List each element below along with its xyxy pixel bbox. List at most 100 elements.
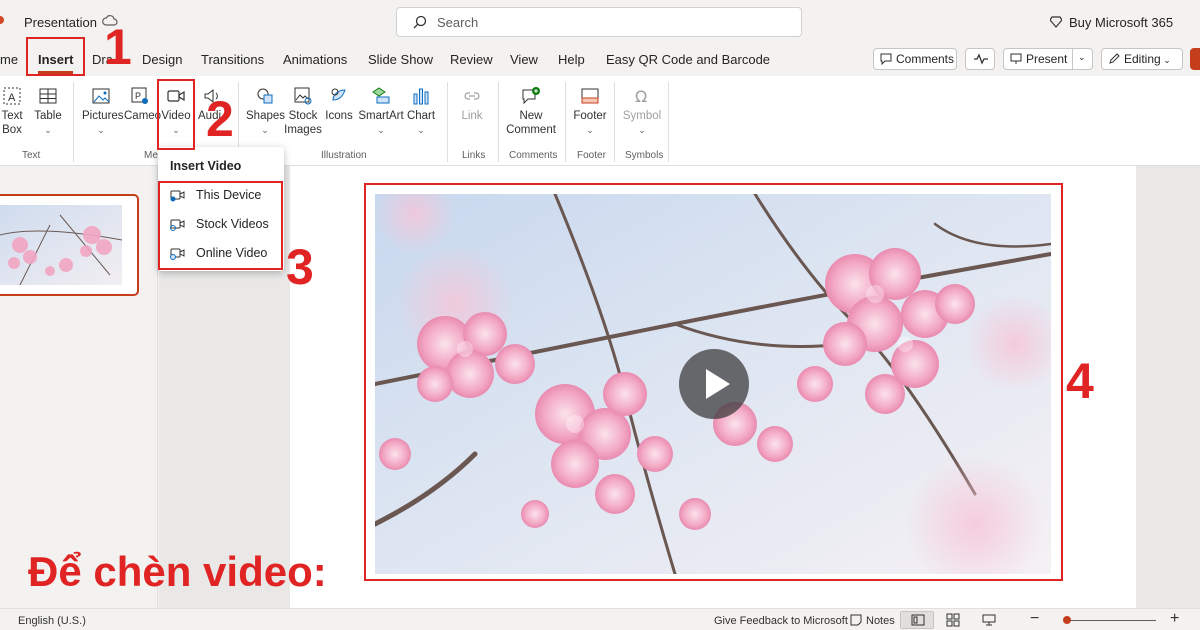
search-icon: [413, 15, 427, 29]
shapes-button[interactable]: Shapes ⌄: [246, 86, 285, 137]
pictures-button[interactable]: Pictures ⌄: [82, 86, 124, 137]
text-box-icon: A: [3, 87, 21, 105]
zoom-slider-track[interactable]: [1070, 620, 1156, 621]
give-feedback-link[interactable]: Give Feedback to Microsoft: [714, 615, 848, 627]
play-icon[interactable]: [679, 349, 749, 419]
insert-video-menu: Insert Video This Device Stock Videos On…: [158, 147, 284, 271]
link-button: Link: [457, 86, 487, 123]
tab-animations[interactable]: Animations: [283, 52, 347, 67]
notes-button[interactable]: Notes: [866, 615, 895, 627]
menu-item-online-video[interactable]: Online Video: [170, 246, 267, 260]
text-box-button[interactable]: A Text Box: [0, 86, 24, 137]
title-bar: Presentation Search Buy Microsoft 365: [0, 0, 1200, 44]
buy-microsoft-365-link[interactable]: Buy Microsoft 365: [1069, 15, 1173, 30]
shapes-icon: [257, 88, 273, 104]
stock-images-button[interactable]: Stock Images: [284, 86, 322, 137]
tab-transitions[interactable]: Transitions: [201, 52, 264, 67]
step-number-3: 3: [286, 239, 314, 295]
pictures-icon: [92, 88, 110, 104]
activity-button[interactable]: [965, 48, 995, 70]
group-label-links: Links: [462, 150, 486, 161]
smartart-icon: [372, 87, 390, 104]
new-comment-button[interactable]: New Comment: [503, 86, 559, 137]
comments-label: Comments: [896, 52, 955, 66]
document-title[interactable]: Presentation: [24, 15, 97, 30]
step-number-2: 2: [206, 91, 234, 147]
table-button[interactable]: Table ⌄: [33, 86, 63, 137]
omega-icon: Ω: [635, 87, 647, 106]
tab-insert[interactable]: Insert: [38, 52, 74, 74]
activity-icon: [974, 53, 988, 65]
group-label-text: Text: [22, 150, 41, 161]
group-label-media: Me: [144, 150, 158, 161]
online-video-icon: [170, 248, 185, 260]
zoom-out-button[interactable]: −: [1030, 610, 1039, 628]
icons-button[interactable]: Icons: [325, 86, 353, 123]
present-label: Present: [1026, 52, 1068, 66]
tab-review[interactable]: Review: [450, 52, 493, 67]
stock-images-icon: [294, 87, 312, 105]
group-label-illustration: Illustration: [321, 150, 367, 161]
diamond-icon: [1050, 16, 1062, 28]
footer-button[interactable]: Footer ⌄: [571, 86, 609, 137]
app-logo-icon: [0, 16, 4, 24]
menu-item-this-device[interactable]: This Device: [170, 188, 261, 202]
video-placeholder[interactable]: [375, 194, 1051, 574]
chart-icon: [413, 88, 429, 105]
step-number-1: 1: [104, 19, 132, 75]
share-button[interactable]: [1190, 48, 1200, 70]
status-bar: English (U.S.) Give Feedback to Microsof…: [0, 608, 1200, 630]
tab-view[interactable]: View: [510, 52, 538, 67]
svg-text:Ω: Ω: [635, 87, 647, 106]
link-icon: [464, 92, 480, 100]
icons-icon: [331, 88, 346, 101]
menu-item-stock-videos[interactable]: Stock Videos: [170, 217, 269, 231]
svg-text:P: P: [135, 91, 141, 101]
slide-thumbnail-panel: [0, 166, 158, 608]
group-label-symbols: Symbols: [625, 150, 664, 161]
normal-view-button[interactable]: [900, 611, 934, 629]
tab-help[interactable]: Help: [558, 52, 585, 67]
group-label-footer: Footer: [577, 150, 606, 161]
tab-design[interactable]: Design: [142, 52, 182, 67]
present-icon: [1010, 53, 1022, 64]
footer-icon: [581, 88, 599, 104]
symbol-button: Ω Symbol ⌄: [622, 87, 662, 135]
tab-home[interactable]: me: [0, 52, 18, 67]
new-comment-icon: [522, 87, 540, 105]
normal-view-icon: [911, 614, 925, 626]
chart-button[interactable]: Chart ⌄: [406, 86, 436, 137]
step-number-4: 4: [1066, 353, 1094, 409]
smartart-button[interactable]: SmartArt ⌄: [357, 86, 405, 137]
pencil-icon: [1109, 53, 1120, 64]
group-label-comments: Comments: [509, 150, 558, 161]
video-button[interactable]: Video ⌄: [161, 86, 191, 137]
cameo-icon: P: [131, 87, 148, 104]
comment-icon: [880, 53, 892, 65]
chevron-down-icon[interactable]: ⌄: [1078, 52, 1086, 63]
editing-label: Editing: [1124, 52, 1161, 66]
slide-thumbnail-image: [0, 205, 122, 285]
video-icon: [167, 90, 185, 102]
tab-slide-show[interactable]: Slide Show: [368, 52, 433, 67]
presenter-view-icon[interactable]: [982, 613, 996, 627]
table-icon: [39, 88, 57, 104]
stock-video-icon: [170, 219, 185, 231]
svg-text:A: A: [8, 92, 16, 104]
search-placeholder: Search: [437, 15, 479, 30]
zoom-in-button[interactable]: +: [1170, 610, 1179, 628]
slide-sorter-icon[interactable]: [946, 613, 960, 627]
cameo-button[interactable]: P Cameo: [124, 86, 161, 123]
slide-thumbnail-1[interactable]: [0, 194, 139, 296]
insert-video-menu-title: Insert Video: [170, 159, 242, 173]
device-video-icon: [170, 190, 185, 202]
comments-button[interactable]: Comments: [873, 48, 957, 70]
language-indicator[interactable]: English (U.S.): [18, 615, 86, 627]
search-box[interactable]: Search: [396, 7, 802, 37]
tab-easy-qr-code[interactable]: Easy QR Code and Barcode: [606, 52, 770, 67]
editing-mode-button[interactable]: Editing ⌄: [1101, 48, 1183, 70]
present-button[interactable]: Present ⌄: [1003, 48, 1093, 70]
notes-icon: [850, 614, 862, 626]
zoom-slider-thumb[interactable]: [1063, 616, 1071, 624]
instruction-caption: Để chèn video:: [28, 548, 327, 595]
